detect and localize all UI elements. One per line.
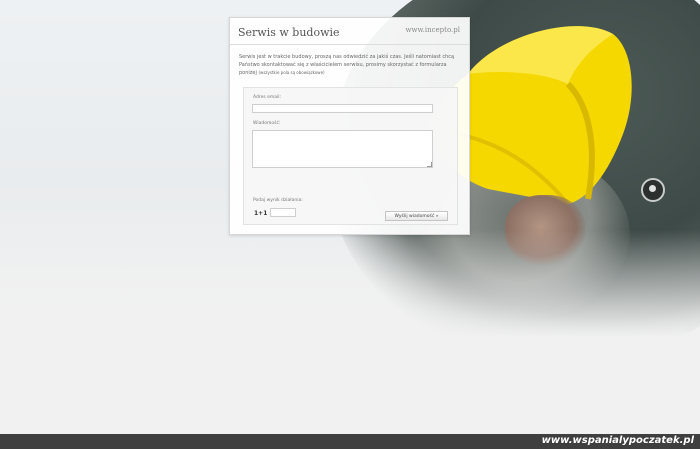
message-wrapper (252, 130, 433, 168)
message-label: Wiadomość: (253, 121, 281, 126)
intro-text: Serwis jest w trakcie budowy, proszą nas… (239, 53, 461, 77)
intro-note: (wszystkie pola są obowiązkowe) (258, 70, 325, 75)
send-message-button[interactable]: Wyślij wiadomość » (385, 211, 448, 221)
background-fade (0, 230, 700, 350)
email-field[interactable] (252, 104, 433, 113)
message-textarea[interactable] (252, 130, 433, 168)
footer-bar: www.wspanialypoczatek.pl (0, 434, 700, 449)
captcha-label: Podaj wynik działania: (253, 198, 303, 203)
maintenance-card: Serwis w budowie www.incepto.pl Serwis j… (229, 17, 470, 235)
card-header: Serwis w budowie www.incepto.pl (230, 18, 469, 45)
email-label: Adres email: (253, 95, 282, 100)
footer-brand-link[interactable]: www.wspanialypoczatek.pl (542, 435, 694, 446)
jacket-button (641, 178, 665, 202)
page-title: Serwis w budowie (238, 26, 340, 39)
captcha-input[interactable] (270, 208, 296, 217)
resize-handle-icon[interactable] (427, 162, 432, 167)
captcha-question: 1+1 (254, 210, 268, 217)
contact-form: Adres email: Wiadomość: Podaj wynik dzia… (243, 87, 458, 225)
site-url: www.incepto.pl (405, 26, 460, 34)
